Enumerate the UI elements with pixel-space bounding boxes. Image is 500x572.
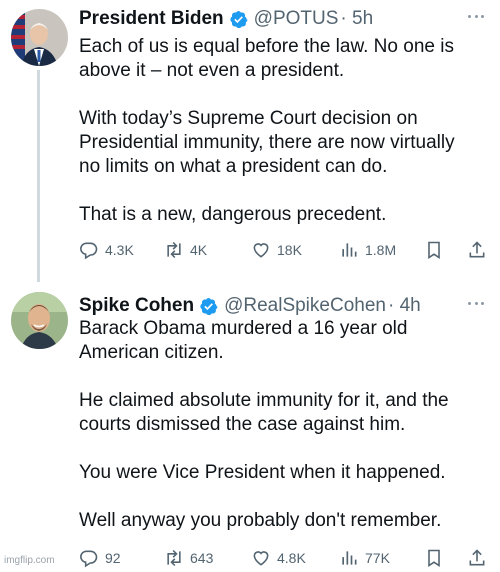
author-handle[interactable]: @RealSpikeCohen [224, 295, 386, 317]
tweet-spike-cohen[interactable]: Spike Cohen @RealSpikeCohen · 4h Barack … [0, 287, 500, 572]
like-button[interactable]: 4.8K [251, 545, 306, 571]
reply-button[interactable]: 92 [79, 545, 121, 571]
author-handle[interactable]: @POTUS [254, 8, 339, 30]
thread-line [37, 70, 40, 282]
more-icon[interactable] [468, 302, 484, 306]
heart-icon [253, 243, 269, 258]
reply-icon [80, 550, 98, 568]
bookmark-icon [428, 241, 440, 259]
share-icon [469, 241, 485, 258]
views-bar-icon [342, 243, 357, 257]
watermark: imgflip.com [4, 555, 55, 566]
views-button[interactable]: 1.8M [339, 237, 396, 263]
repost-count: 4K [190, 242, 208, 258]
more-icon[interactable] [468, 15, 484, 19]
reply-icon [80, 242, 98, 260]
views-button[interactable]: 77K [339, 545, 390, 571]
tweet-biden[interactable]: President Biden @POTUS · 5h Each of us i… [0, 0, 500, 282]
like-count: 4.8K [277, 550, 306, 566]
repost-count: 643 [190, 550, 214, 566]
action-bar: 92 643 4.8K 77K [79, 545, 489, 571]
author-name[interactable]: President Biden [79, 8, 224, 30]
bookmark-button[interactable] [424, 237, 450, 263]
verified-badge-icon [230, 10, 248, 28]
repost-icon [167, 549, 181, 567]
tweet-text: Barack Obama murdered a 16 year old Amer… [79, 318, 449, 531]
avatar[interactable] [11, 9, 68, 66]
repost-button[interactable]: 4K [164, 237, 207, 263]
views-bar-icon [342, 551, 357, 565]
repost-button[interactable]: 643 [164, 545, 213, 571]
avatar[interactable] [11, 292, 68, 349]
reply-button[interactable]: 4.3K [79, 237, 134, 263]
like-button[interactable]: 18K [251, 237, 302, 263]
tweet-text: Each of us is equal before the law. No o… [79, 36, 455, 225]
views-count: 1.8M [365, 242, 397, 258]
share-button[interactable] [467, 545, 493, 571]
reply-count: 92 [105, 550, 121, 566]
timestamp[interactable]: · 5h [340, 8, 373, 30]
timestamp[interactable]: · 4h [388, 295, 421, 317]
repost-icon [167, 241, 181, 259]
like-count: 18K [277, 242, 302, 258]
bookmark-button[interactable] [424, 545, 450, 571]
verified-badge-icon [200, 297, 218, 315]
bookmark-icon [428, 549, 440, 567]
tweet-header: Spike Cohen @RealSpikeCohen · 4h [79, 293, 421, 319]
reply-count: 4.3K [105, 242, 134, 258]
tweet-header: President Biden @POTUS · 5h [79, 6, 373, 32]
share-button[interactable] [467, 237, 493, 263]
heart-icon [253, 551, 269, 566]
views-count: 77K [365, 550, 390, 566]
action-bar: 4.3K 4K 18K 1.8M [79, 237, 489, 263]
share-icon [469, 549, 485, 566]
author-name[interactable]: Spike Cohen [79, 295, 194, 317]
